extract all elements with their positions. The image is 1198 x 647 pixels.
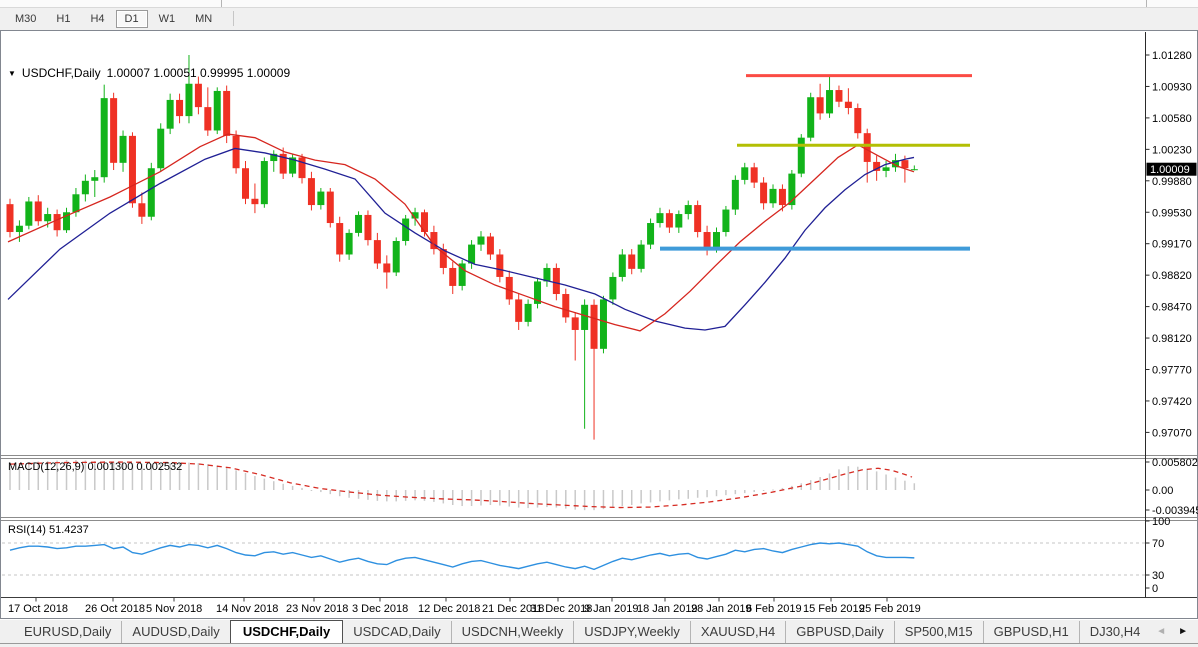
svg-text:0.97770: 0.97770 (1152, 365, 1192, 377)
svg-text:0.97070: 0.97070 (1152, 427, 1192, 439)
svg-text:9 Jan 2019: 9 Jan 2019 (584, 603, 638, 615)
toolbar-remnant-mark (221, 0, 222, 7)
svg-text:0.005802: 0.005802 (1152, 457, 1198, 469)
timeframe-toolbar: M30H1H4D1W1MN (0, 8, 1198, 29)
timeframe-button-h4[interactable]: H4 (81, 10, 113, 28)
chart-tab-dj30-h4[interactable]: DJ30,H4 (1079, 621, 1151, 643)
chart-tab-usdchf-daily[interactable]: USDCHF,Daily (230, 620, 343, 644)
chart-tab-eurusd-daily[interactable]: EURUSD,Daily (14, 621, 121, 643)
svg-text:1.00580: 1.00580 (1152, 113, 1192, 125)
chart-title: ▼ USDCHF,Daily 1.00007 1.00051 0.99995 1… (8, 66, 290, 80)
chart-tab-usdcnh-weekly[interactable]: USDCNH,Weekly (451, 621, 574, 643)
svg-text:5 Nov 2018: 5 Nov 2018 (146, 603, 202, 615)
svg-text:0.00: 0.00 (1152, 485, 1173, 497)
svg-text:14 Nov 2018: 14 Nov 2018 (216, 603, 278, 615)
svg-text:0.98120: 0.98120 (1152, 333, 1192, 345)
svg-text:0.99170: 0.99170 (1152, 239, 1192, 251)
timeframe-button-h1[interactable]: H1 (47, 10, 79, 28)
svg-text:23 Nov 2018: 23 Nov 2018 (286, 603, 348, 615)
timeframe-button-mn[interactable]: MN (186, 10, 221, 28)
svg-text:6 Feb 2019: 6 Feb 2019 (746, 603, 802, 615)
svg-text:1.00230: 1.00230 (1152, 144, 1192, 156)
svg-text:0.98470: 0.98470 (1152, 302, 1192, 314)
svg-text:12 Dec 2018: 12 Dec 2018 (418, 603, 480, 615)
chart-tab-usdcad-daily[interactable]: USDCAD,Daily (343, 621, 450, 643)
svg-text:1.00009: 1.00009 (1150, 164, 1190, 176)
svg-text:0.99530: 0.99530 (1152, 207, 1192, 219)
rsi-indicator-label: RSI(14) 51.4237 (8, 524, 89, 536)
svg-text:18 Jan 2019: 18 Jan 2019 (637, 603, 698, 615)
toolbar-remnant-mark (1146, 0, 1147, 7)
chart-title-ohlc: 1.00007 1.00051 0.99995 1.00009 (107, 66, 291, 80)
chart-tab-gbpusd-h1[interactable]: GBPUSD,H1 (983, 621, 1079, 643)
timeframe-button-m30[interactable]: M30 (6, 10, 45, 28)
tab-scroll-arrows: ◄ ► (1146, 620, 1198, 643)
timeframe-button-d1[interactable]: D1 (116, 10, 148, 28)
chart-dropdown-icon[interactable]: ▼ (8, 69, 16, 78)
svg-text:26 Oct 2018: 26 Oct 2018 (85, 603, 145, 615)
svg-text:30: 30 (1152, 570, 1164, 582)
chart-tab-usdjpy-weekly[interactable]: USDJPY,Weekly (573, 621, 690, 643)
macd-indicator-label: MACD(12,26,9) 0.001300 0.002532 (8, 461, 182, 473)
svg-text:3 Dec 2018: 3 Dec 2018 (352, 603, 408, 615)
chart-tab-audusd-daily[interactable]: AUDUSD,Daily (121, 621, 229, 643)
svg-text:17 Oct 2018: 17 Oct 2018 (8, 603, 68, 615)
svg-text:0.99880: 0.99880 (1152, 176, 1192, 188)
chart-tab-bar: EURUSD,DailyAUDUSD,DailyUSDCHF,DailyUSDC… (0, 620, 1198, 647)
top-clipped-toolbar-strip (0, 0, 1198, 8)
svg-text:0: 0 (1152, 583, 1158, 595)
svg-text:28 Jan 2019: 28 Jan 2019 (691, 603, 752, 615)
svg-text:100: 100 (1152, 516, 1170, 528)
chart-window: 1.01280 1.00930 1.00580 1.00230 0.99880 0.995… (0, 30, 1198, 620)
timeframe-button-w1[interactable]: W1 (150, 10, 185, 28)
chart-canvas[interactable]: 1.01280 1.00930 1.00580 1.00230 0.99880 0.995… (0, 30, 1198, 620)
chart-tab-gbpusd-daily[interactable]: GBPUSD,Daily (785, 621, 893, 643)
toolbar-separator (233, 11, 234, 26)
svg-text:15 Feb 2019: 15 Feb 2019 (803, 603, 865, 615)
tab-scroll-right-icon[interactable]: ► (1178, 626, 1188, 637)
svg-text:0.98820: 0.98820 (1152, 270, 1192, 282)
chart-tab-xauusd-h4[interactable]: XAUUSD,H4 (690, 621, 785, 643)
chart-tab-sp500-m15[interactable]: SP500,M15 (894, 621, 983, 643)
tab-scroll-left-icon[interactable]: ◄ (1156, 626, 1166, 637)
svg-text:25 Feb 2019: 25 Feb 2019 (859, 603, 921, 615)
svg-text:0.97420: 0.97420 (1152, 396, 1192, 408)
svg-text:70: 70 (1152, 538, 1164, 550)
svg-text:1.01280: 1.01280 (1152, 50, 1192, 62)
svg-text:1.00930: 1.00930 (1152, 81, 1192, 93)
chart-title-symbol: USDCHF,Daily (22, 66, 101, 80)
